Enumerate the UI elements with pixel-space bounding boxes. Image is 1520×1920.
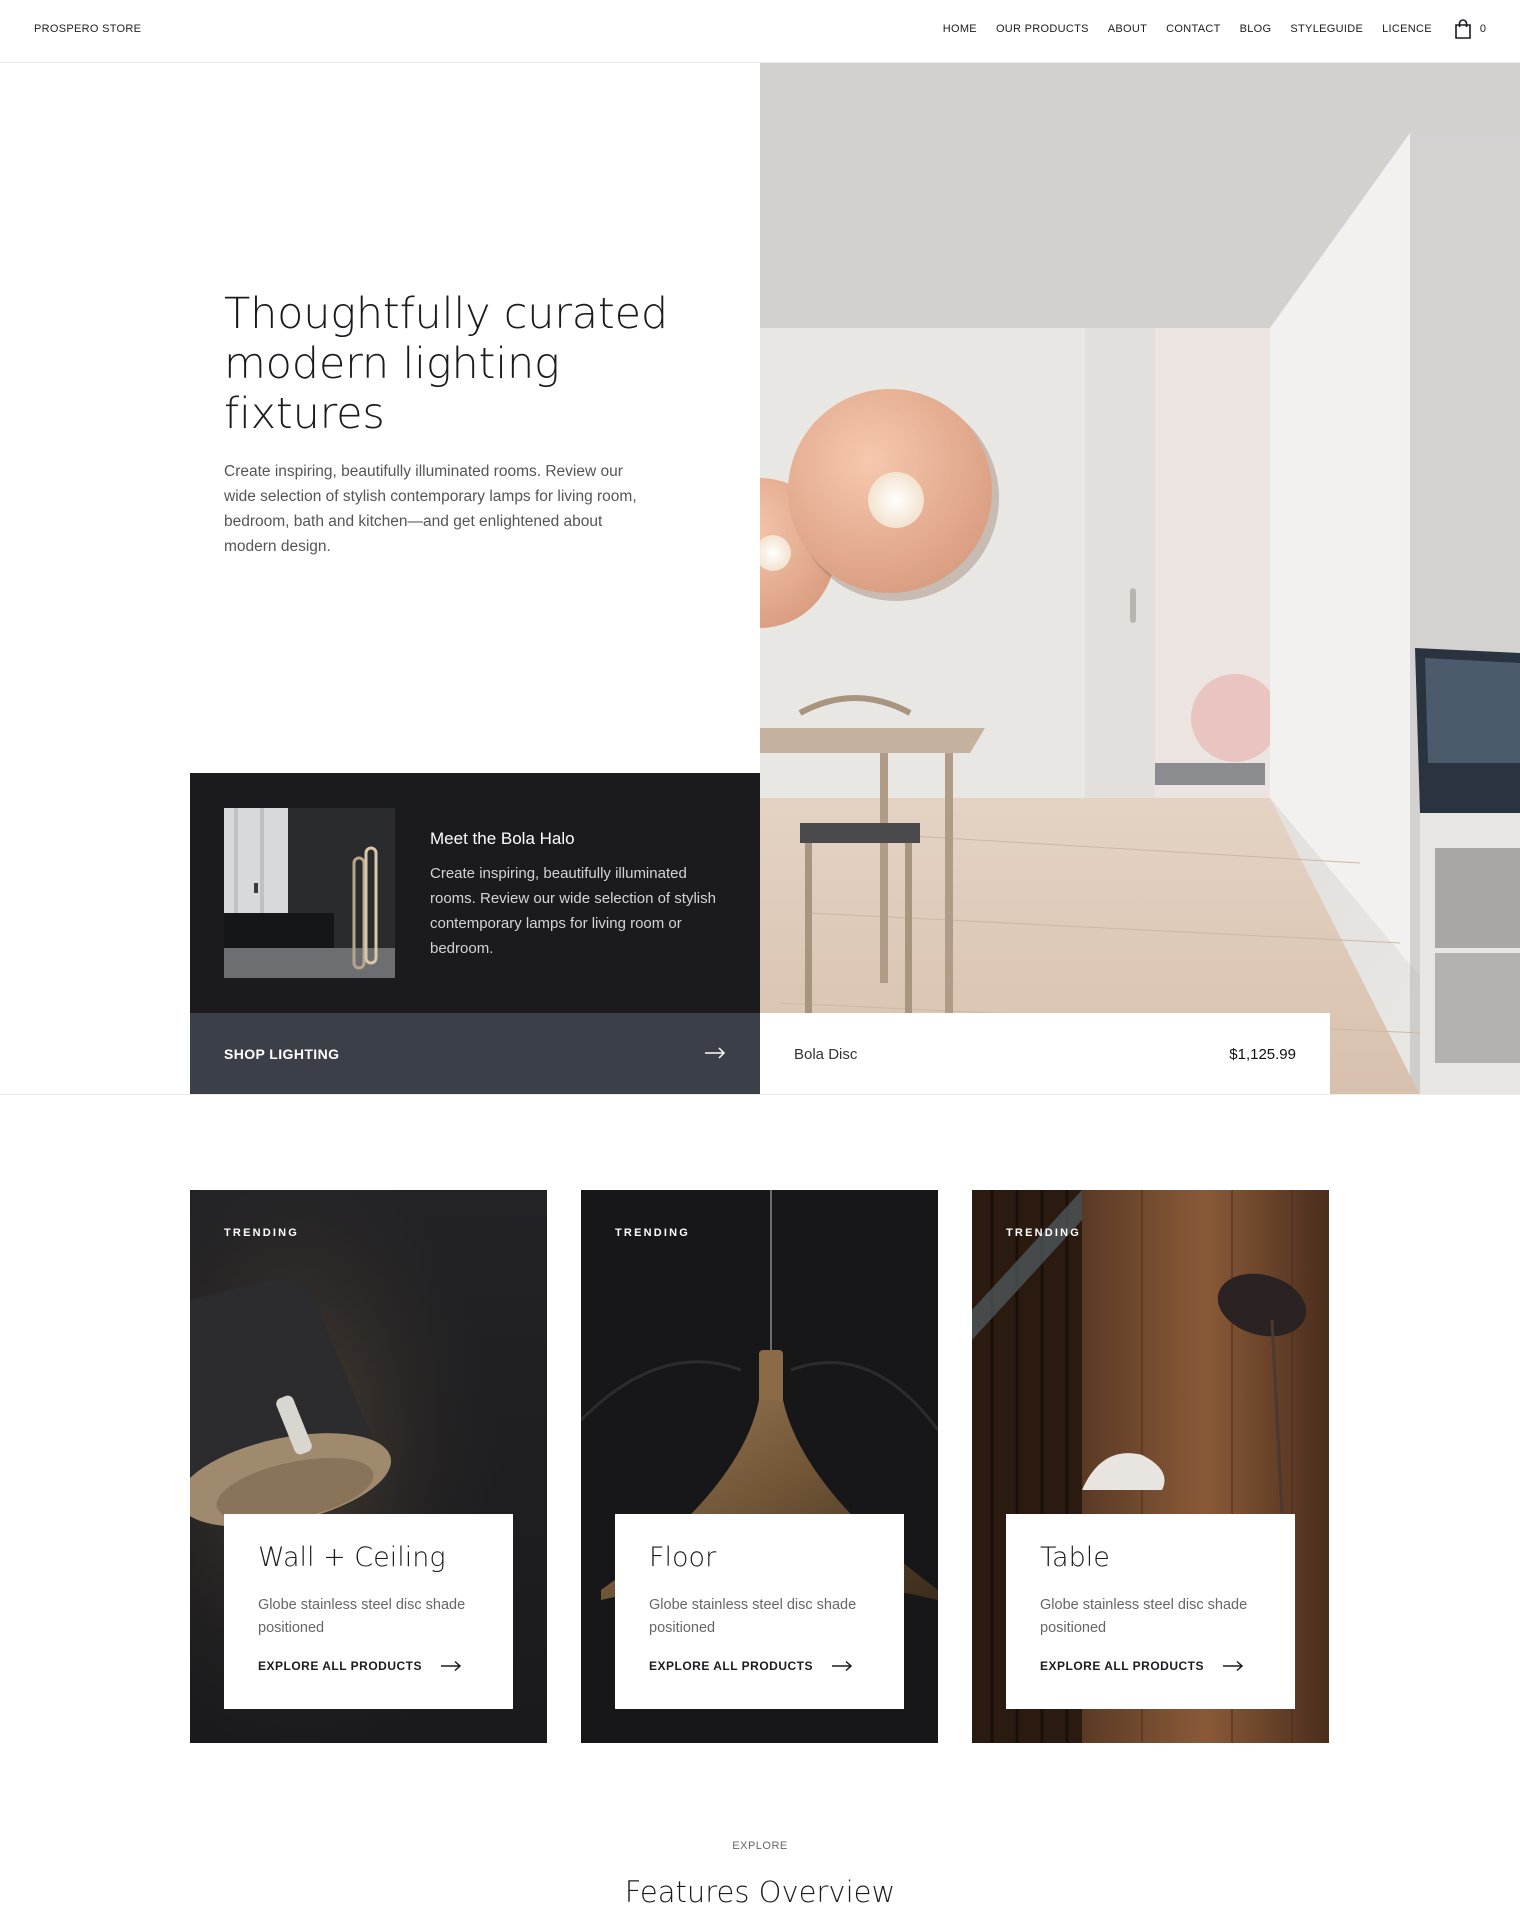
product-price: $1,125.99: [1229, 1046, 1296, 1063]
arrow-right-icon: [441, 1660, 462, 1672]
explore-link-label: EXPLORE ALL PRODUCTS: [1040, 1659, 1205, 1673]
category-description: Globe stainless steel disc shade positio…: [258, 1597, 466, 1636]
explore-link-label: EXPLORE ALL PRODUCTS: [258, 1659, 423, 1673]
nav-our-products[interactable]: OUR PRODUCTS: [996, 23, 1089, 35]
explore-all-products-link[interactable]: EXPLORE ALL PRODUCTS: [649, 1659, 853, 1673]
product-tag[interactable]: Bola Disc $1,125.99: [760, 1013, 1330, 1095]
category-box: Floor Globe stainless steel disc shade p…: [615, 1514, 904, 1709]
trending-label: TRENDING: [224, 1227, 300, 1239]
category-box: Table Globe stainless steel disc shade p…: [1006, 1514, 1295, 1709]
hero-image: [760, 63, 1520, 1095]
feature-title: Meet the Bola Halo: [430, 829, 575, 848]
hero-title: Thoughtfully curated modern lighting fix…: [224, 289, 668, 439]
explore-all-products-link[interactable]: EXPLORE ALL PRODUCTS: [1040, 1659, 1244, 1673]
explore-link-label: EXPLORE ALL PRODUCTS: [649, 1659, 814, 1673]
product-name: Bola Disc: [794, 1046, 858, 1063]
category-description: Globe stainless steel disc shade positio…: [1040, 1597, 1248, 1636]
trending-card-table[interactable]: TRENDING Table Globe stainless steel dis…: [972, 1190, 1329, 1743]
section-eyebrow: EXPLORE: [732, 1840, 788, 1852]
category-title: Floor: [649, 1542, 717, 1573]
bola-halo-image: [224, 808, 395, 978]
trending-card-floor[interactable]: TRENDING Floor Globe stainless steel dis…: [581, 1190, 938, 1743]
cart-button[interactable]: 0: [1454, 19, 1486, 39]
shop-lighting-button[interactable]: SHOP LIGHTING: [190, 1013, 760, 1095]
category-title: Wall + Ceiling: [258, 1542, 446, 1573]
arrow-right-icon: [832, 1660, 853, 1672]
shopping-bag-icon: [1455, 19, 1471, 39]
interior-illustration: [760, 63, 1520, 1095]
explore-all-products-link[interactable]: EXPLORE ALL PRODUCTS: [258, 1659, 462, 1673]
feature-description: Create inspiring, beautifully illuminate…: [430, 865, 716, 957]
site-header: PROSPERO STORE HOME OUR PRODUCTS ABOUT C…: [0, 0, 1520, 63]
arrow-right-icon: [1223, 1660, 1244, 1672]
brand-logo[interactable]: PROSPERO STORE: [34, 23, 141, 35]
trending-label: TRENDING: [1006, 1227, 1082, 1239]
trending-label: TRENDING: [615, 1227, 691, 1239]
nav-about[interactable]: ABOUT: [1108, 23, 1147, 35]
category-description: Globe stainless steel disc shade positio…: [649, 1597, 857, 1636]
divider: [0, 1094, 1520, 1095]
nav-styleguide[interactable]: STYLEGUIDE: [1290, 23, 1363, 35]
nav-contact[interactable]: CONTACT: [1166, 23, 1220, 35]
shop-lighting-label: SHOP LIGHTING: [224, 1046, 340, 1062]
category-box: Wall + Ceiling Globe stainless steel dis…: [224, 1514, 513, 1709]
hero-description: Create inspiring, beautifully illuminate…: [224, 463, 637, 555]
feature-thumbnail[interactable]: [224, 808, 395, 978]
category-title: Table: [1040, 1542, 1110, 1573]
nav-licence[interactable]: LICENCE: [1382, 23, 1432, 35]
arrow-right-icon: [705, 1047, 726, 1059]
nav-home[interactable]: HOME: [943, 23, 977, 35]
nav-blog[interactable]: BLOG: [1240, 23, 1272, 35]
cart-count: 0: [1479, 23, 1486, 35]
main-nav: HOME OUR PRODUCTS ABOUT CONTACT BLOG STY…: [924, 19, 1486, 39]
feature-card: Meet the Bola Halo Create inspiring, bea…: [190, 773, 760, 1013]
section-title: Features Overview: [624, 1875, 896, 1909]
trending-card-wall-ceiling[interactable]: TRENDING Wall + Ceiling Globe stainless …: [190, 1190, 547, 1743]
